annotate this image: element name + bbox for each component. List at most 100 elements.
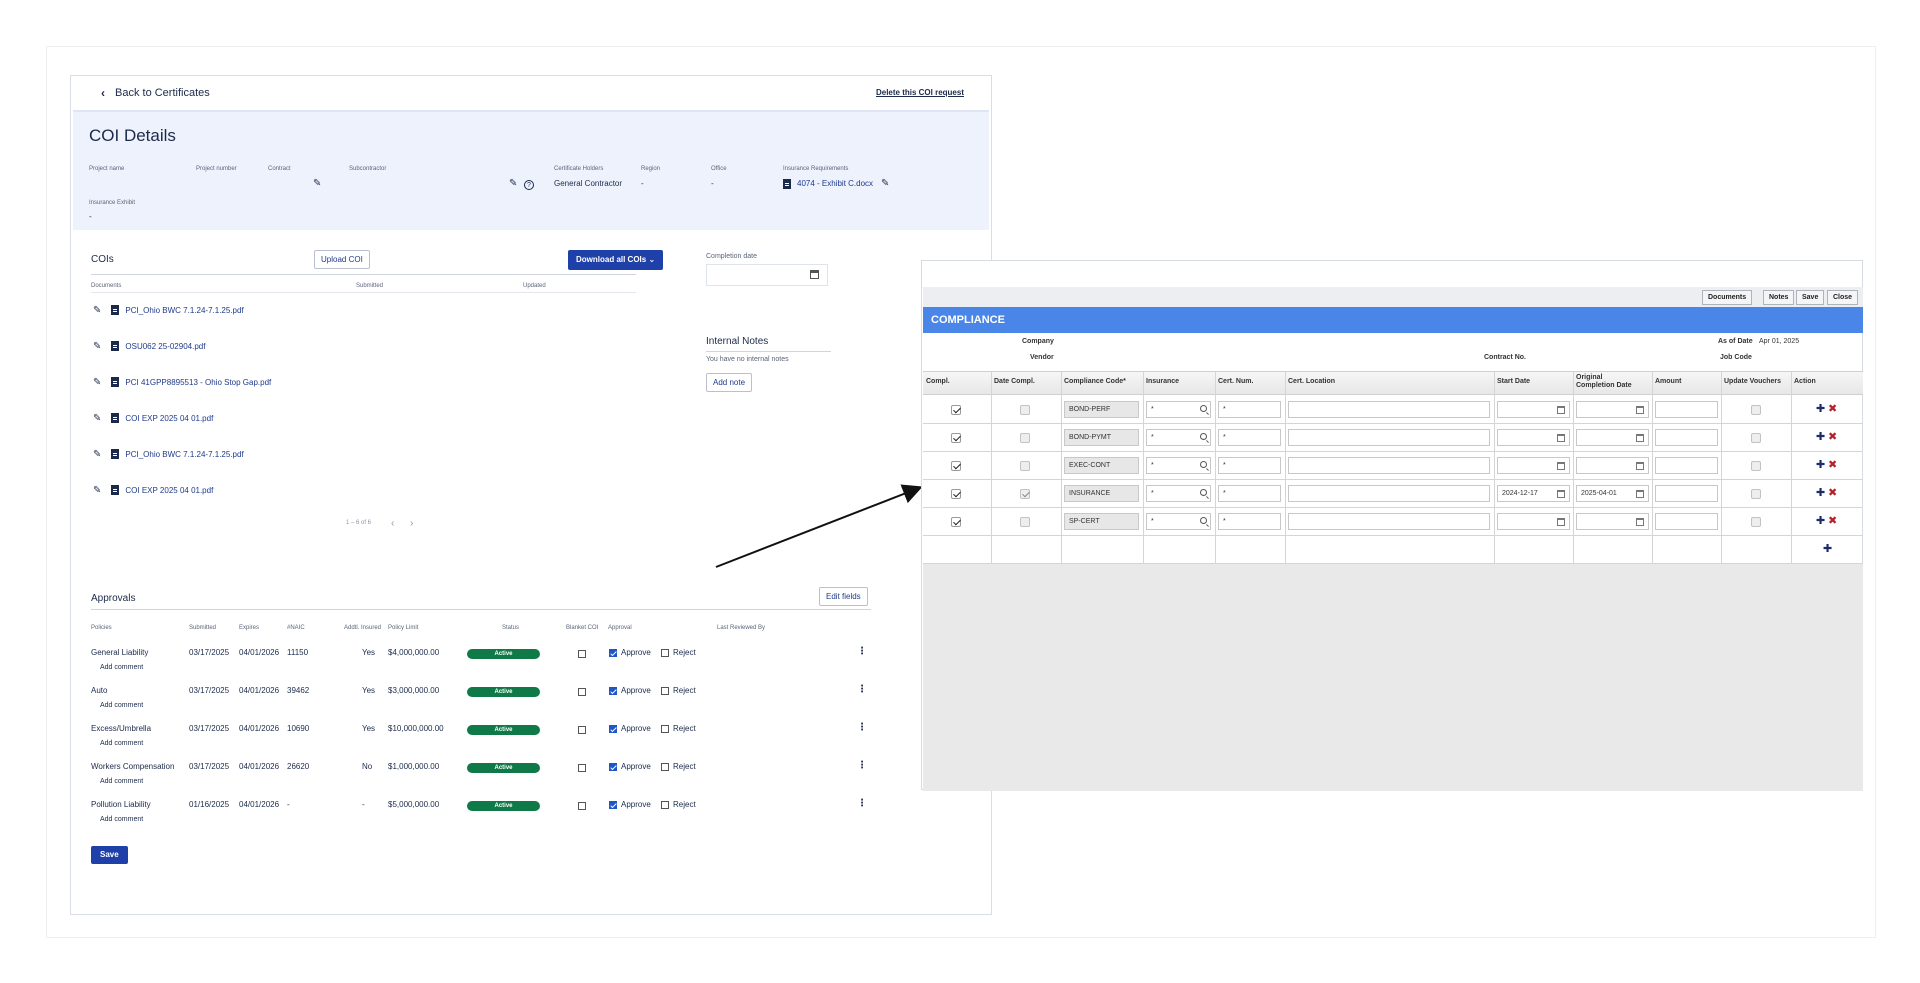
blanket-coi-checkbox[interactable] xyxy=(578,688,586,696)
compl-checkbox[interactable] xyxy=(951,405,961,415)
amount-field[interactable] xyxy=(1655,429,1718,446)
more-options-icon[interactable]: ⋮ xyxy=(857,647,867,657)
calendar-icon[interactable] xyxy=(1636,518,1644,526)
calendar-icon[interactable] xyxy=(1557,406,1565,414)
approve-checkbox[interactable] xyxy=(609,725,617,733)
add-comment-link[interactable]: Add comment xyxy=(100,702,143,709)
update-vouchers-checkbox[interactable] xyxy=(1751,433,1761,443)
compl-checkbox[interactable] xyxy=(951,489,961,499)
add-row-icon[interactable]: ✚ xyxy=(1816,514,1825,527)
insurance-field[interactable]: * xyxy=(1146,429,1211,446)
update-vouchers-checkbox[interactable] xyxy=(1751,517,1761,527)
reject-checkbox[interactable] xyxy=(661,763,669,771)
date-compl-checkbox[interactable] xyxy=(1020,517,1030,527)
update-vouchers-checkbox[interactable] xyxy=(1751,461,1761,471)
download-all-cois-button[interactable]: Download all COIs ⌄ xyxy=(568,250,664,270)
orig-completion-date-field[interactable] xyxy=(1576,457,1649,474)
edit-fields-button[interactable]: Edit fields xyxy=(819,587,868,606)
add-row-icon[interactable]: ✚ xyxy=(1816,486,1825,499)
amount-field[interactable] xyxy=(1655,485,1718,502)
next-page-icon[interactable]: › xyxy=(410,518,413,529)
calendar-icon[interactable] xyxy=(1557,490,1565,498)
cert-num-field[interactable]: * xyxy=(1218,401,1281,418)
calendar-icon[interactable] xyxy=(1557,518,1565,526)
cert-num-field[interactable]: * xyxy=(1218,457,1281,474)
approve-checkbox[interactable] xyxy=(609,687,617,695)
calendar-icon[interactable] xyxy=(1557,462,1565,470)
delete-row-icon[interactable]: ✖ xyxy=(1828,486,1837,499)
approve-checkbox[interactable] xyxy=(609,649,617,657)
add-row-icon[interactable]: ✚ xyxy=(1816,402,1825,415)
calendar-icon[interactable] xyxy=(1636,434,1644,442)
save-button[interactable]: Save xyxy=(91,846,128,864)
blanket-coi-checkbox[interactable] xyxy=(578,726,586,734)
blanket-coi-checkbox[interactable] xyxy=(578,650,586,658)
insurance-field[interactable]: * xyxy=(1146,513,1211,530)
back-to-certificates-link[interactable]: ‹ Back to Certificates xyxy=(101,86,210,100)
completion-date-input[interactable] xyxy=(706,264,828,286)
date-compl-checkbox[interactable] xyxy=(1020,405,1030,415)
add-comment-link[interactable]: Add comment xyxy=(100,740,143,747)
save-button[interactable]: Save xyxy=(1796,290,1825,305)
reject-checkbox[interactable] xyxy=(661,649,669,657)
edit-icon[interactable]: ✎ xyxy=(93,413,101,424)
orig-completion-date-field[interactable]: 2025-04-01 xyxy=(1576,485,1649,502)
coi-file-link[interactable]: OSU062 25-02904.pdf xyxy=(125,342,205,351)
edit-icon[interactable]: ✎ xyxy=(93,377,101,388)
orig-completion-date-field[interactable] xyxy=(1576,513,1649,530)
calendar-icon[interactable] xyxy=(1557,434,1565,442)
search-icon[interactable] xyxy=(1200,433,1207,440)
edit-subcontractor-icon[interactable]: ✎ xyxy=(509,178,517,189)
date-compl-checkbox[interactable] xyxy=(1020,461,1030,471)
edit-icon[interactable]: ✎ xyxy=(93,305,101,316)
start-date-field[interactable] xyxy=(1497,401,1570,418)
blanket-coi-checkbox[interactable] xyxy=(578,802,586,810)
add-row-icon[interactable]: ✚ xyxy=(1816,458,1825,471)
add-row-icon[interactable]: ✚ xyxy=(1816,430,1825,443)
start-date-field[interactable]: 2024-12-17 xyxy=(1497,485,1570,502)
close-button[interactable]: Close xyxy=(1827,290,1859,305)
calendar-icon[interactable] xyxy=(1636,406,1644,414)
more-options-icon[interactable]: ⋮ xyxy=(857,761,867,771)
delete-coi-request-link[interactable]: Delete this COI request xyxy=(876,88,964,97)
calendar-icon[interactable] xyxy=(1636,462,1644,470)
insurance-field[interactable]: * xyxy=(1146,457,1211,474)
add-comment-link[interactable]: Add comment xyxy=(100,664,143,671)
more-options-icon[interactable]: ⋮ xyxy=(857,723,867,733)
insurance-field[interactable]: * xyxy=(1146,485,1211,502)
compl-checkbox[interactable] xyxy=(951,433,961,443)
more-options-icon[interactable]: ⋮ xyxy=(857,685,867,695)
edit-icon[interactable]: ✎ xyxy=(93,485,101,496)
delete-row-icon[interactable]: ✖ xyxy=(1828,402,1837,415)
date-compl-checkbox[interactable] xyxy=(1020,433,1030,443)
add-comment-link[interactable]: Add comment xyxy=(100,816,143,823)
reject-checkbox[interactable] xyxy=(661,801,669,809)
coi-file-link[interactable]: PCI 41GPP8895513 - Ohio Stop Gap.pdf xyxy=(125,378,271,387)
orig-completion-date-field[interactable] xyxy=(1576,401,1649,418)
insurance-field[interactable]: * xyxy=(1146,401,1211,418)
delete-row-icon[interactable]: ✖ xyxy=(1828,430,1837,443)
update-vouchers-checkbox[interactable] xyxy=(1751,489,1761,499)
cert-location-field[interactable] xyxy=(1288,485,1490,502)
compl-checkbox[interactable] xyxy=(951,517,961,527)
documents-button[interactable]: Documents xyxy=(1702,290,1753,305)
search-icon[interactable] xyxy=(1200,489,1207,496)
start-date-field[interactable] xyxy=(1497,429,1570,446)
edit-icon[interactable]: ✎ xyxy=(93,341,101,352)
coi-file-link[interactable]: COI EXP 2025 04 01.pdf xyxy=(125,414,213,423)
more-options-icon[interactable]: ⋮ xyxy=(857,799,867,809)
reject-checkbox[interactable] xyxy=(661,725,669,733)
amount-field[interactable] xyxy=(1655,513,1718,530)
edit-contract-icon[interactable]: ✎ xyxy=(313,178,321,189)
insurance-requirements-link[interactable]: 4074 - Exhibit C.docx xyxy=(783,179,873,189)
edit-insurance-requirements-icon[interactable]: ✎ xyxy=(881,178,889,189)
amount-field[interactable] xyxy=(1655,457,1718,474)
blanket-coi-checkbox[interactable] xyxy=(578,764,586,772)
cert-location-field[interactable] xyxy=(1288,457,1490,474)
start-date-field[interactable] xyxy=(1497,457,1570,474)
cert-num-field[interactable]: * xyxy=(1218,429,1281,446)
cert-location-field[interactable] xyxy=(1288,513,1490,530)
cert-num-field[interactable]: * xyxy=(1218,513,1281,530)
coi-file-link[interactable]: PCI_Ohio BWC 7.1.24-7.1.25.pdf xyxy=(125,450,243,459)
date-compl-checkbox[interactable] xyxy=(1020,489,1030,499)
